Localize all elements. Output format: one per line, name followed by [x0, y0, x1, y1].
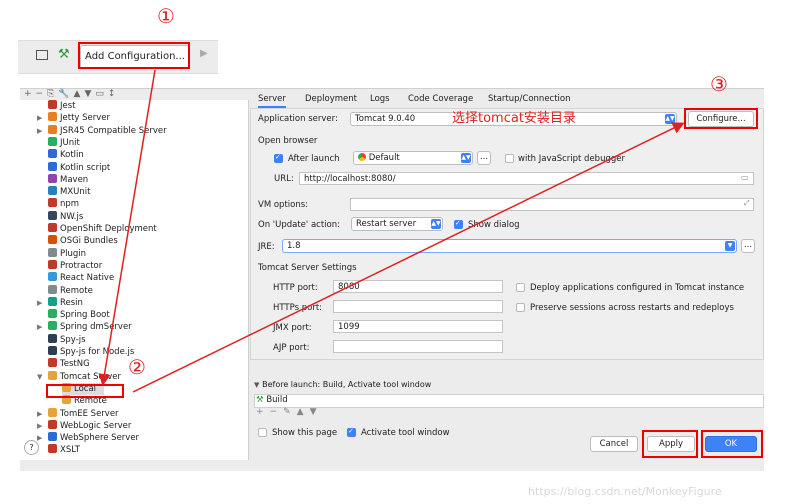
arrow-2-to-configure [132, 122, 685, 393]
arrow-1-to-local [98, 69, 156, 386]
annotation-arrows [98, 69, 685, 393]
